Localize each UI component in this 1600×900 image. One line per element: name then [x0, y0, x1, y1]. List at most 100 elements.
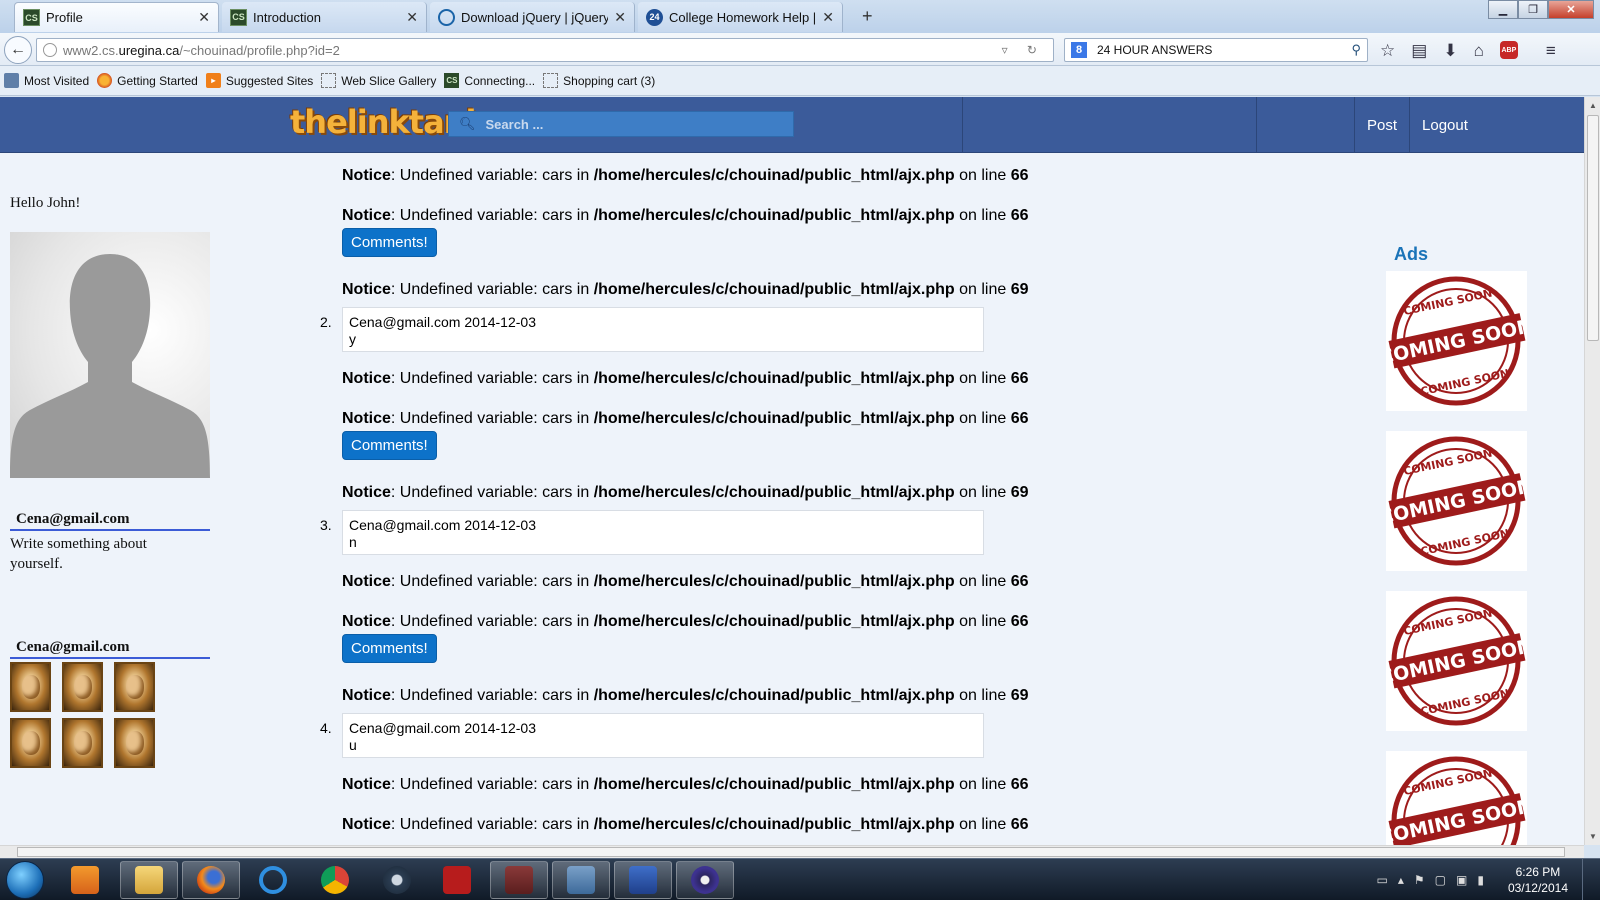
tab-profile[interactable]: CS Profile ✕ — [14, 2, 219, 32]
tab-download-jquery[interactable]: Download jQuery | jQuery ✕ — [430, 2, 635, 32]
avatar[interactable] — [10, 232, 210, 478]
close-tab-icon[interactable]: ✕ — [406, 9, 418, 26]
ad-banner[interactable]: COMING SOON COMING SOON COMING SOON — [1378, 751, 1535, 845]
bookmark-connecting[interactable]: CS Connecting... — [444, 73, 535, 88]
site-search-input[interactable] — [485, 116, 766, 132]
bookmark-suggested-sites[interactable]: ▸ Suggested Sites — [205, 73, 313, 88]
scroll-up-icon[interactable]: ▲ — [1589, 101, 1597, 110]
search-value: 24 HOUR ANSWERS — [1097, 43, 1213, 57]
bookmark-shopping-cart[interactable]: Shopping cart (3) — [543, 73, 655, 88]
photo-thumbnail[interactable] — [114, 662, 155, 712]
ad-banner[interactable]: COMING SOON COMING SOON COMING SOON — [1378, 591, 1535, 731]
comment-date: 2014-12-03 — [464, 517, 536, 533]
comment-number: 4. — [320, 720, 332, 736]
comment-text: y — [349, 331, 356, 347]
clock[interactable]: 6:26 PM 03/12/2014 — [1508, 864, 1568, 896]
comments-button[interactable]: Comments! — [342, 634, 437, 663]
close-tab-icon[interactable]: ✕ — [822, 9, 834, 26]
photo-thumbnail[interactable] — [10, 718, 51, 768]
php-notice: Notice: Undefined variable: cars in /hom… — [342, 167, 1029, 184]
taskbar-remote-app[interactable] — [614, 861, 672, 899]
close-tab-icon[interactable]: ✕ — [614, 9, 626, 26]
photo-thumbnail[interactable] — [114, 718, 155, 768]
ad-banner[interactable]: COMING SOON COMING SOON COMING SOON — [1378, 271, 1535, 411]
header-divider — [962, 97, 963, 153]
scroll-thumb[interactable] — [1587, 115, 1599, 341]
photo-thumbnail[interactable] — [62, 662, 103, 712]
windows-taskbar: ▭▴⚑▢▣▮ 6:26 PM 03/12/2014 — [0, 858, 1600, 900]
taskbar-acrobat[interactable] — [428, 861, 486, 899]
taskbar-eclipse[interactable] — [676, 861, 734, 899]
taskbar-book-app[interactable] — [490, 861, 548, 899]
photo-thumbnail[interactable] — [10, 662, 51, 712]
downloads-icon[interactable]: ⬇ — [1443, 41, 1457, 61]
php-notice: Notice: Undefined variable: cars in /hom… — [342, 816, 1029, 833]
cs-favicon-icon: CS — [23, 9, 40, 26]
svg-text:COMING SOON: COMING SOON — [1419, 527, 1510, 559]
comment-text: u — [349, 737, 357, 753]
webslice-icon — [321, 73, 337, 88]
ie-icon — [259, 866, 287, 894]
close-window-button[interactable]: ✕ — [1548, 0, 1594, 19]
close-tab-icon[interactable]: ✕ — [198, 9, 210, 26]
chrome-icon — [321, 866, 349, 894]
search-icon[interactable]: ⚲ — [1351, 42, 1361, 58]
bookmark-star-icon[interactable]: ☆ — [1380, 41, 1395, 61]
ad-banner[interactable]: COMING SOON COMING SOON COMING SOON — [1378, 431, 1535, 571]
comment-text: n — [349, 534, 357, 550]
tab-label: College Homework Help | ... — [669, 9, 817, 25]
nav-post-link[interactable]: Post — [1354, 97, 1409, 153]
tray-icons[interactable]: ▭▴⚑▢▣▮ — [1377, 873, 1494, 887]
php-notice: Notice: Undefined variable: cars in /hom… — [342, 613, 1029, 630]
taskbar-network-app[interactable] — [552, 861, 610, 899]
adblock-icon[interactable]: ABP — [1499, 41, 1518, 59]
taskbar-firefox[interactable] — [182, 861, 240, 899]
reload-icon[interactable]: ▿ ↻ — [1002, 43, 1045, 57]
browser-search-box[interactable]: 8 24 HOUR ANSWERS ⚲ — [1064, 38, 1368, 62]
scroll-down-icon[interactable]: ▼ — [1589, 832, 1597, 841]
svg-text:COMING SOON: COMING SOON — [1419, 687, 1510, 719]
taskbar-explorer[interactable] — [120, 861, 178, 899]
bookmarks-menu-icon[interactable]: ▤ — [1411, 41, 1427, 61]
nav-logout-link[interactable]: Logout — [1409, 97, 1480, 153]
about-text[interactable]: Write something about yourself. — [10, 534, 180, 574]
search-icon: 🔍︎ — [459, 116, 476, 131]
folder-icon — [135, 866, 163, 894]
photo-thumbnail[interactable] — [62, 718, 103, 768]
show-desktop-button[interactable] — [1582, 859, 1592, 900]
tab-introduction[interactable]: CS Introduction ✕ — [222, 2, 427, 32]
system-tray: ▭▴⚑▢▣▮ 6:26 PM 03/12/2014 — [1377, 859, 1592, 900]
comment-date: 2014-12-03 — [464, 720, 536, 736]
google-icon[interactable]: 8 — [1071, 42, 1087, 58]
window-controls: ▁ ❐ ✕ — [1488, 0, 1594, 19]
tab-college-homework[interactable]: 24 College Homework Help | ... ✕ — [638, 2, 843, 32]
comments-button[interactable]: Comments! — [342, 228, 437, 257]
horizontal-scrollbar[interactable] — [0, 845, 1584, 858]
bookmark-getting-started[interactable]: Getting Started — [97, 73, 198, 88]
minimize-button[interactable]: ▁ — [1488, 0, 1518, 19]
taskbar-chrome[interactable] — [306, 861, 364, 899]
menu-icon[interactable]: ≡ — [1546, 41, 1556, 61]
comments-button[interactable]: Comments! — [342, 431, 437, 460]
home-icon[interactable]: ⌂ — [1474, 41, 1484, 61]
scroll-thumb[interactable] — [17, 847, 1565, 857]
restore-button[interactable]: ❐ — [1518, 0, 1548, 19]
new-tab-button[interactable]: + — [862, 6, 873, 27]
comment-author: Cena@gmail.com — [349, 517, 461, 533]
taskbar-steam[interactable] — [368, 861, 426, 899]
toolbar-icons: ☆ ▤ ⬇ ⌂ ABP ≡ — [1380, 41, 1556, 61]
php-notice: Notice: Undefined variable: cars in /hom… — [342, 281, 1029, 298]
taskbar-media-player[interactable] — [56, 861, 114, 899]
vertical-scrollbar[interactable]: ▲ ▼ — [1584, 97, 1600, 845]
comment-date: 2014-12-03 — [464, 314, 536, 330]
taskbar-ie[interactable] — [244, 861, 302, 899]
php-notice: Notice: Undefined variable: cars in /hom… — [342, 484, 1029, 501]
network-icon — [567, 866, 595, 894]
bookmark-most-visited[interactable]: Most Visited — [4, 73, 89, 88]
back-button[interactable]: ← — [4, 36, 32, 64]
coming-soon-stamp-icon: COMING SOON COMING SOON COMING SOON — [1378, 276, 1535, 406]
friends-email-heading: Cena@gmail.com — [10, 639, 210, 659]
address-bar[interactable]: www2.cs.uregina.ca/~chouinad/profile.php… — [36, 38, 1054, 62]
bookmark-web-slice-gallery[interactable]: Web Slice Gallery — [321, 73, 436, 88]
start-button[interactable] — [6, 861, 44, 899]
